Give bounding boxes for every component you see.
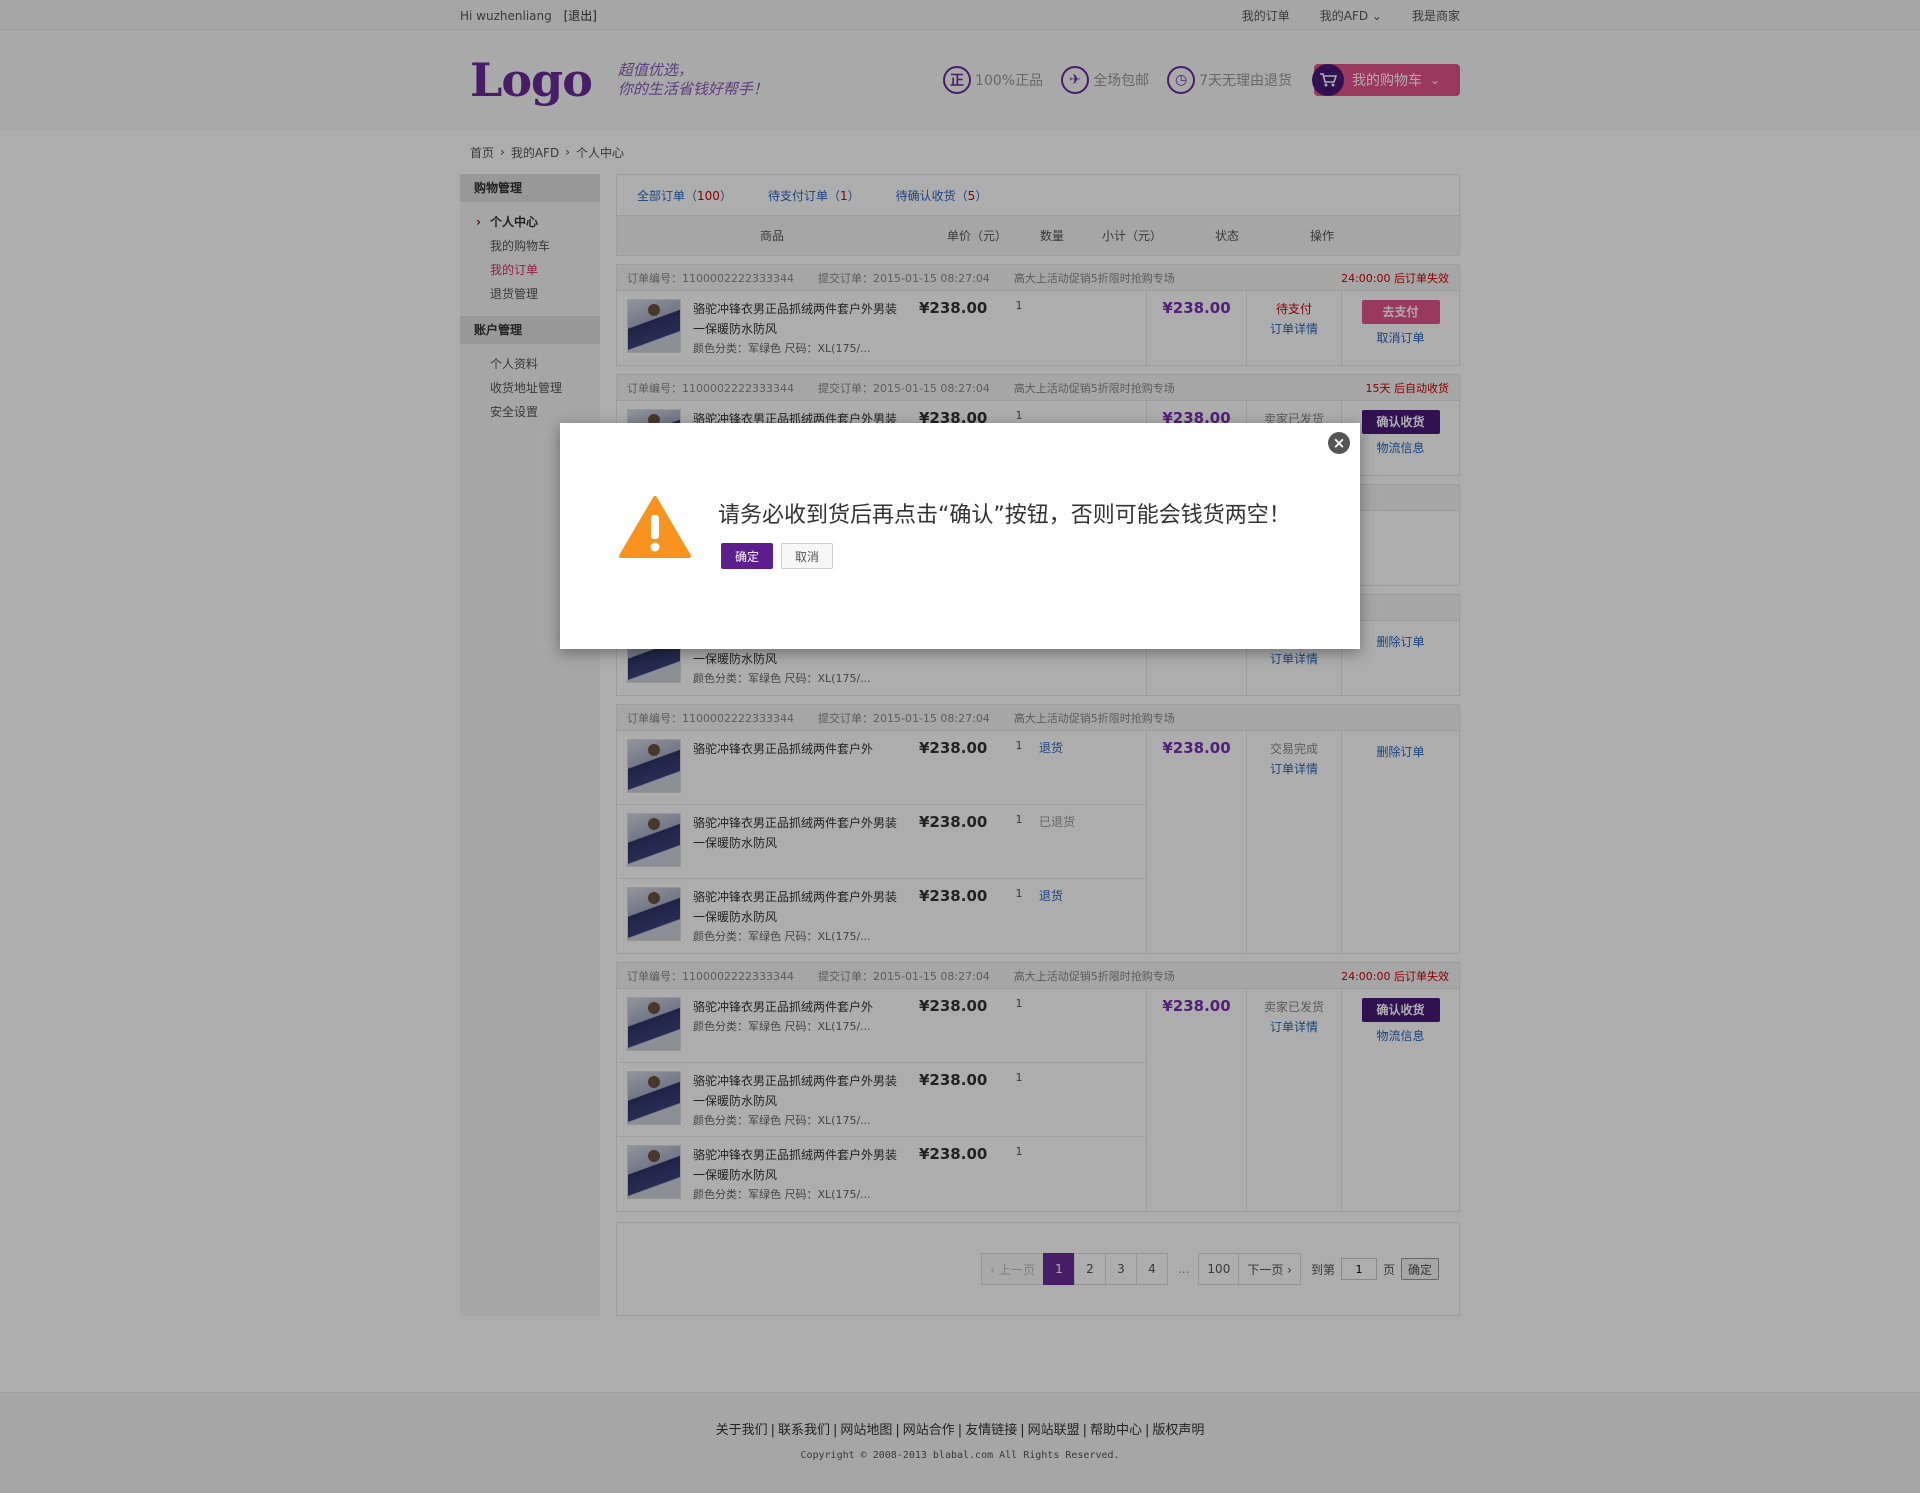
- close-icon[interactable]: ×: [1328, 432, 1350, 454]
- modal-overlay[interactable]: [0, 0, 1920, 1493]
- dialog-buttons: 确定 取消: [721, 543, 833, 569]
- warning-icon: [618, 495, 692, 562]
- confirm-dialog: × 请务必收到货后再点击“确认”按钮，否则可能会钱货两空！ 确定 取消: [560, 423, 1360, 649]
- dialog-ok-button[interactable]: 确定: [721, 543, 773, 569]
- dialog-message: 请务必收到货后再点击“确认”按钮，否则可能会钱货两空！: [718, 503, 1291, 528]
- dialog-cancel-button[interactable]: 取消: [781, 543, 833, 569]
